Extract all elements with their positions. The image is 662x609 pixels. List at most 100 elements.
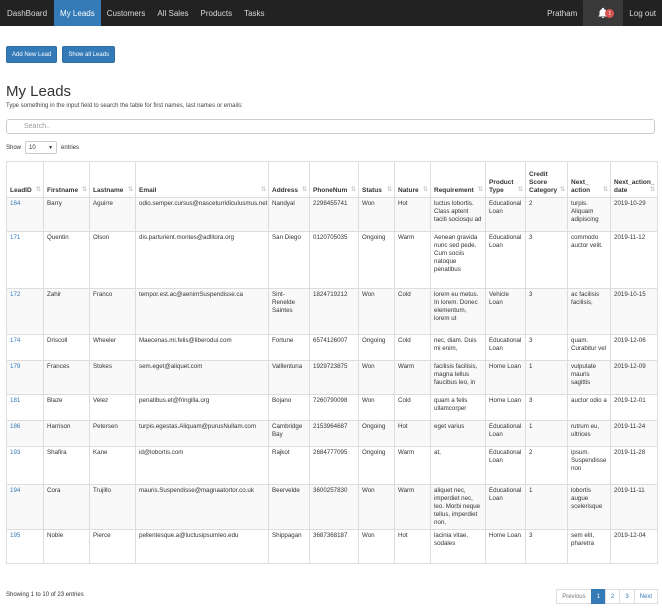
table-cell: Educational Loan [485, 334, 526, 361]
lead-id-link[interactable]: 171 [6, 231, 44, 289]
table-cell: Trujillo [89, 484, 136, 530]
table-row[interactable]: 172 Zahir Franco tempor.est.ac@aenimSuspend… [6, 288, 658, 335]
table-row[interactable]: 195 Noble Pierce pellentesque.a@luctusipsum… [6, 529, 658, 564]
nav-item-my-leads[interactable]: My Leads [54, 0, 101, 26]
table-cell: 2019-10-15 [610, 288, 658, 335]
table-cell: 2019-12-04 [610, 529, 658, 564]
table-row[interactable]: 171 Quentin Olson dis.parturient.montes@adl… [6, 231, 658, 289]
column-header[interactable]: Product Type ⇅ [485, 161, 526, 198]
table-row[interactable]: 193 Shafira Kane id@lobortis.com Rajkot 26847… [6, 446, 658, 485]
table-cell: 2 [525, 446, 568, 485]
table-cell: ac facilisis facilisis, [567, 288, 611, 335]
sort-icon: ⇅ [602, 187, 608, 193]
lead-id-link[interactable]: 194 [6, 484, 44, 530]
pagination-page-3[interactable]: 3 [619, 589, 635, 604]
search-input[interactable]: Search.. [6, 119, 655, 134]
add-new-lead-button[interactable]: Add New Lead [6, 46, 58, 63]
column-header[interactable]: Credit Score Category ⇅ [525, 161, 568, 198]
column-header-label: Address [272, 187, 299, 194]
notifications-button[interactable]: 1 [583, 0, 624, 26]
column-header-label: PhoneNum [313, 187, 348, 194]
table-cell: Hot [394, 420, 431, 447]
table-cell: 3 [525, 529, 568, 564]
table-cell: Driscoll [43, 334, 90, 361]
column-header[interactable]: Firstname ⇅ [43, 161, 90, 198]
column-header-label: Product Type [489, 179, 514, 194]
lead-id-link[interactable]: 181 [6, 394, 44, 421]
table-cell: 2019-11-24 [610, 420, 658, 447]
table-cell: Cold [394, 394, 431, 421]
column-header[interactable]: Email ⇅ [135, 161, 269, 198]
nav-item-products[interactable]: Products [195, 0, 239, 26]
column-header[interactable]: Next_ action ⇅ [567, 161, 611, 198]
column-header-label: Requirement [434, 187, 474, 194]
table-cell: Kane [89, 446, 136, 485]
table-cell: Beervelde [268, 484, 310, 530]
column-header[interactable]: Nature ⇅ [394, 161, 431, 198]
column-header[interactable]: Next_action_ date ⇅ [610, 161, 658, 198]
column-header[interactable]: Address ⇅ [268, 161, 310, 198]
column-header[interactable]: Status ⇅ [358, 161, 395, 198]
table-cell: Warm [394, 484, 431, 530]
entries-select[interactable]: 10 ▼ [25, 141, 58, 154]
table-row[interactable]: 181 Blaze Velez penatibus.et@fringilla.org B… [6, 394, 658, 421]
show-all-leads-button[interactable]: Show all Leads [62, 46, 116, 63]
table-cell: Hot [394, 529, 431, 564]
table-cell: turpis.egestas.Aliquam@purusNullam.com [135, 420, 269, 447]
logout-link[interactable]: Log out [623, 0, 662, 26]
table-cell: Ongoing [358, 231, 395, 289]
lead-id-link[interactable]: 174 [6, 334, 44, 361]
table-cell: lorem eu metus. In lorem. Donec elementu… [430, 288, 486, 335]
table-cell: Won [358, 288, 395, 335]
nav-item-all-sales[interactable]: All Sales [151, 0, 194, 26]
table-cell: Nandyal [268, 197, 310, 232]
column-header[interactable]: Lastname ⇅ [89, 161, 136, 198]
table-cell: Maecenas.mi.felis@liberodui.com [135, 334, 269, 361]
column-header[interactable]: PhoneNum ⇅ [309, 161, 359, 198]
table-row[interactable]: 186 Harrison Petersen turpis.egestas.Aliqua… [6, 420, 658, 447]
lead-id-link[interactable]: 186 [6, 420, 44, 447]
lead-id-link[interactable]: 172 [6, 288, 44, 335]
column-header[interactable]: LeadID ⇅ [6, 161, 44, 198]
table-cell: 3 [525, 394, 568, 421]
lead-id-link[interactable]: 164 [6, 197, 44, 232]
table-cell: lacinia vitae, sodales [430, 529, 486, 564]
table-cell: 2019-11-12 [610, 231, 658, 289]
table-cell: Hot [394, 197, 431, 232]
column-header[interactable]: Requirement ⇅ [430, 161, 486, 198]
table-cell: Warm [394, 360, 431, 395]
table-cell: Velez [89, 394, 136, 421]
action-buttons: Add New Lead Show all Leads [6, 46, 116, 63]
table-row[interactable]: 164 Barry Aguirre odio.semper.cursus@nascet… [6, 197, 658, 232]
table-cell: 3687368187 [309, 529, 359, 564]
table-cell: Educational Loan [485, 446, 526, 485]
table-cell: luctus lobortis. Class aptent taciti soc… [430, 197, 486, 232]
table-info: Showing 1 to 10 of 23 entries [6, 592, 84, 598]
table-cell: Franco [89, 288, 136, 335]
pagination-page-2[interactable]: 2 [604, 589, 621, 604]
pagination-next[interactable]: Next [633, 589, 658, 604]
pagination-previous[interactable]: Previous [556, 589, 592, 604]
table-cell: Barry [43, 197, 90, 232]
table-row[interactable]: 194 Cora Trujillo mauris.Suspendisse@magnaa… [6, 484, 658, 530]
table-row[interactable]: 174 Driscoll Wheeler Maecenas.mi.felis@libe… [6, 334, 658, 361]
table-row[interactable]: 179 Frances Stokes sem.eget@aliquet.com Vall… [6, 360, 658, 395]
nav-brand-dashboard[interactable]: DashBoard [0, 0, 54, 26]
table-cell: 1 [525, 420, 568, 447]
lead-id-link[interactable]: 195 [6, 529, 44, 564]
pagination-page-1[interactable]: 1 [590, 589, 606, 604]
table-cell: Zahir [43, 288, 90, 335]
lead-id-link[interactable]: 193 [6, 446, 44, 485]
lead-id-link[interactable]: 179 [6, 360, 44, 395]
nav-item-tasks[interactable]: Tasks [238, 0, 270, 26]
sort-icon: ⇅ [35, 187, 41, 193]
nav-user-name[interactable]: Pratham [541, 0, 583, 26]
sort-icon: ⇅ [477, 187, 483, 193]
table-cell: Shippagan [268, 529, 310, 564]
table-cell: Shafira [43, 446, 90, 485]
table-cell: quam a felis ullamcorper [430, 394, 486, 421]
nav-item-customers[interactable]: Customers [101, 0, 152, 26]
table-cell: Sint-Renelde Saintes [268, 288, 310, 335]
column-header-label: Lastname [93, 187, 124, 194]
table-cell: 2019-11-28 [610, 446, 658, 485]
